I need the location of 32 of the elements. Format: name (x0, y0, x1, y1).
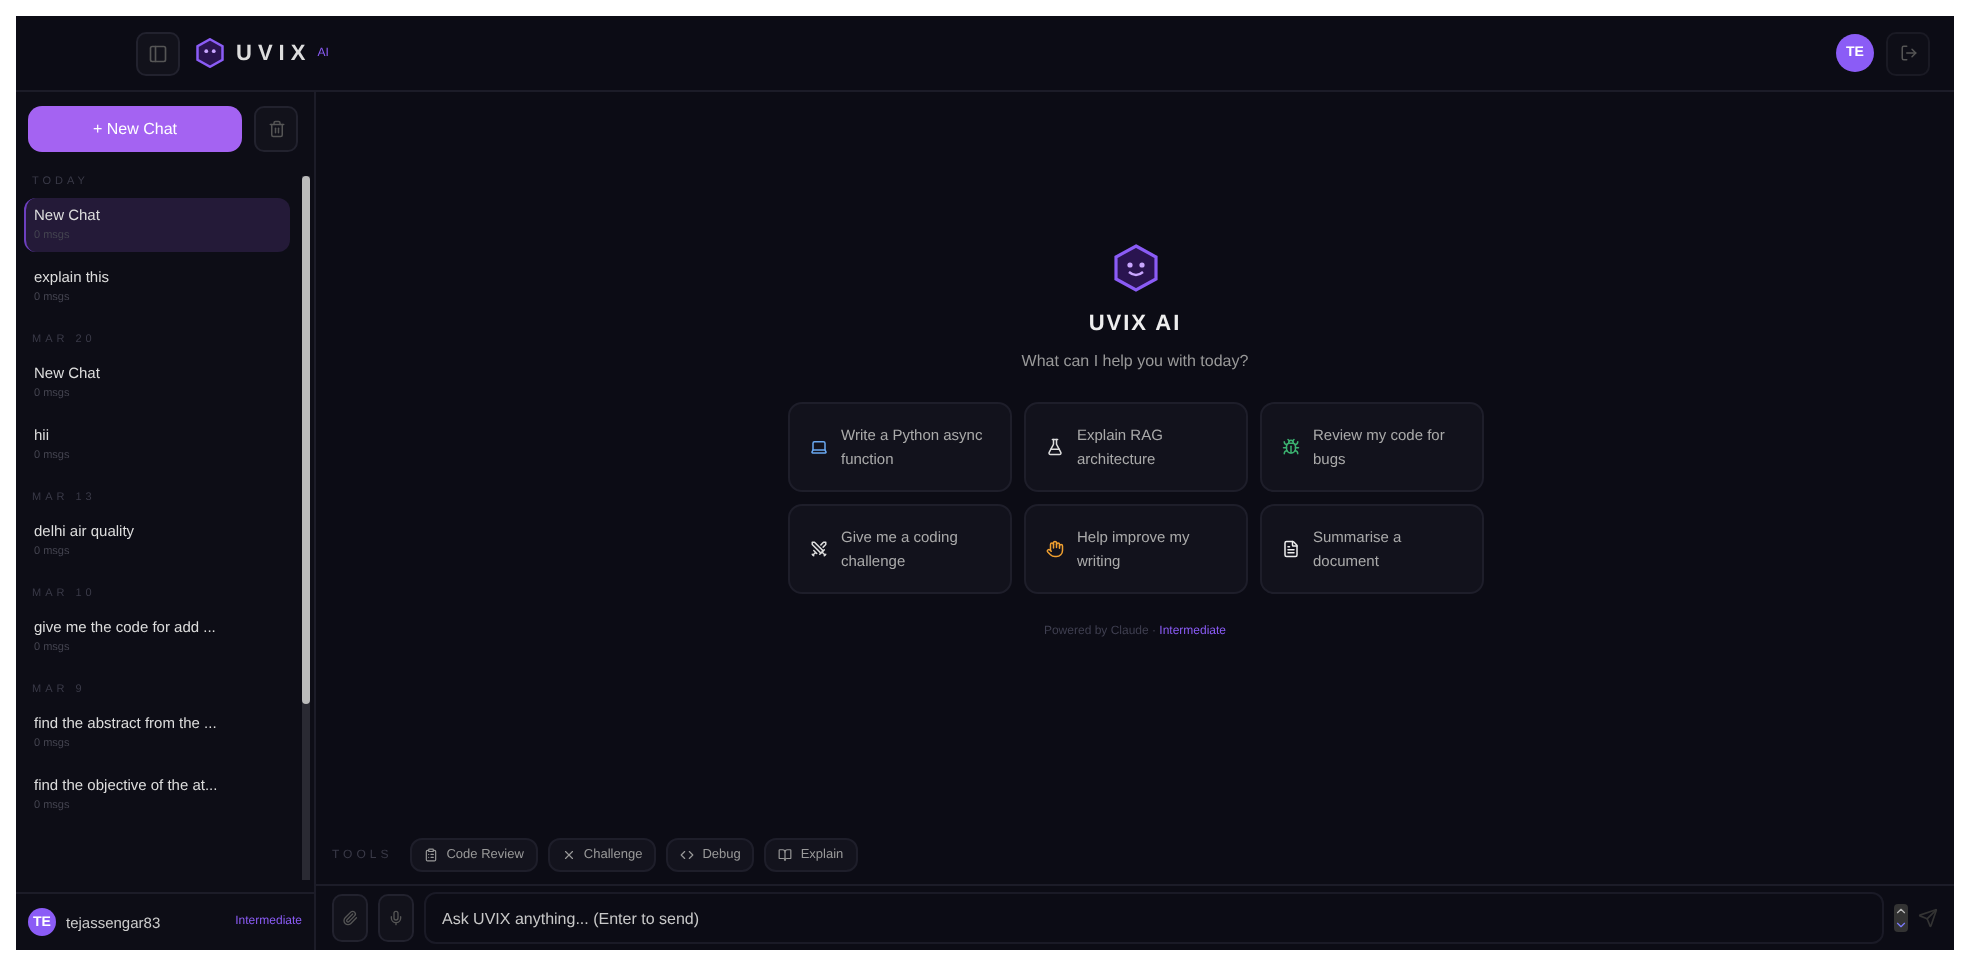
paperclip-icon (342, 910, 358, 926)
stepper-control[interactable] (1894, 904, 1908, 932)
sidebar-icon (148, 43, 168, 63)
microphone-icon (388, 910, 404, 926)
bug-icon (1281, 438, 1299, 456)
new-chat-button[interactable]: + New Chat (28, 106, 242, 152)
cross-icon (561, 848, 576, 862)
app-title: UVIX AI (1088, 312, 1182, 336)
chevron-up-icon (1894, 904, 1908, 918)
code-icon (680, 848, 695, 862)
document-icon (1281, 540, 1299, 558)
scrollbar[interactable] (302, 176, 310, 880)
microphone-button[interactable] (378, 894, 414, 942)
book-icon (778, 848, 793, 862)
attach-button[interactable] (332, 894, 368, 942)
laptop-icon (809, 438, 827, 456)
robot-logo-icon (196, 38, 224, 68)
hand-icon (1045, 540, 1063, 558)
trash-icon (267, 120, 285, 138)
message-input[interactable]: Ask UVIX anything... (Enter to send) (424, 892, 1884, 944)
logout-button[interactable] (1886, 31, 1930, 75)
send-icon[interactable] (1918, 908, 1938, 928)
robot-logo-icon (1113, 244, 1157, 292)
delete-button[interactable] (254, 106, 298, 152)
brand-name: UVIX (236, 41, 312, 65)
chevron-down-icon (1894, 918, 1908, 932)
crossed-swords-icon (809, 540, 827, 558)
clipboard-icon (424, 848, 439, 862)
logout-icon (1899, 44, 1917, 62)
flask-icon (1045, 438, 1063, 456)
subtitle: What can I help you with today? (1021, 352, 1249, 370)
sidebar-toggle-button[interactable] (136, 31, 180, 75)
